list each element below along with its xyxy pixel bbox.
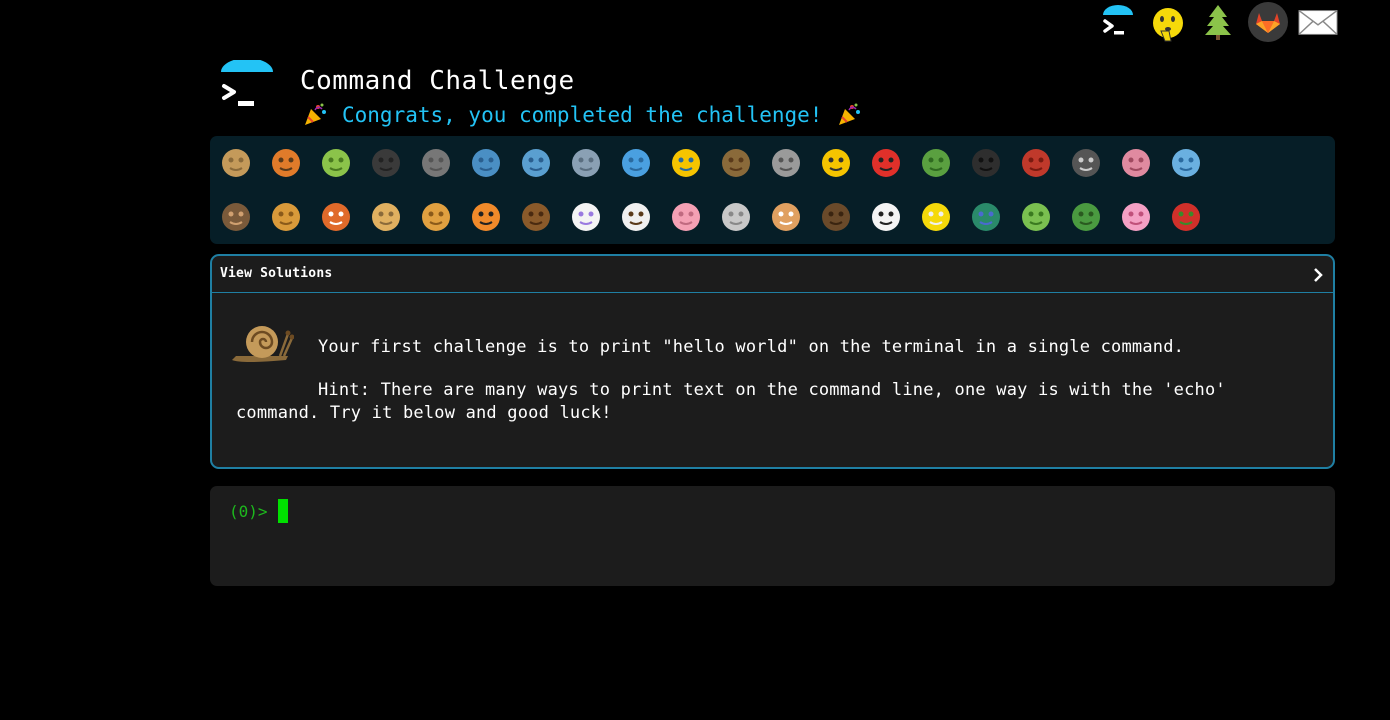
dragon-badge-icon[interactable] xyxy=(1063,193,1109,239)
congrats-text: Congrats, you completed the challenge! xyxy=(342,103,823,127)
panda-badge-icon[interactable] xyxy=(863,193,909,239)
congrats-message: Congrats, you completed the challenge! xyxy=(302,100,862,130)
dolphin-badge-icon[interactable] xyxy=(563,139,609,185)
terminal-cursor[interactable] xyxy=(278,499,288,523)
bee-badge-icon[interactable] xyxy=(813,139,859,185)
frog-badge-icon[interactable] xyxy=(1013,193,1059,239)
worm-badge-icon[interactable] xyxy=(1113,139,1159,185)
fox-badge-icon[interactable] xyxy=(313,193,359,239)
site-logo[interactable] xyxy=(220,58,274,116)
command-challenge-logo-icon[interactable] xyxy=(1098,2,1138,42)
peacock-badge-icon[interactable] xyxy=(963,193,1009,239)
tropical-fish-badge-icon[interactable] xyxy=(663,139,709,185)
fly-badge-icon[interactable] xyxy=(1063,139,1109,185)
butterfly-badge-icon[interactable] xyxy=(263,139,309,185)
pig-badge-icon[interactable] xyxy=(663,193,709,239)
cricket-badge-icon[interactable] xyxy=(913,139,959,185)
shushing-face-icon[interactable] xyxy=(1148,4,1188,44)
challenge-panel: View Solutions Your first challenge is t… xyxy=(210,254,1335,469)
challenge-text: Your first challenge is to print "hello … xyxy=(318,337,1185,357)
view-solutions-toggle[interactable]: View Solutions xyxy=(212,256,1333,293)
terminal[interactable]: (0)> xyxy=(210,486,1335,586)
chevron-right-icon[interactable] xyxy=(1311,266,1325,284)
rose-badge-icon[interactable] xyxy=(1163,193,1209,239)
whale-badge-icon[interactable] xyxy=(463,139,509,185)
mail-icon[interactable] xyxy=(1298,2,1338,42)
hedgehog-badge-icon[interactable] xyxy=(713,139,759,185)
party-popper-icon xyxy=(302,102,328,128)
top-icon-bar xyxy=(1090,0,1390,46)
page: Command Challenge Congrats, you complete… xyxy=(0,0,1390,720)
terminal-prompt: (0)> xyxy=(229,502,268,521)
hatching-chick-badge-icon[interactable] xyxy=(913,193,959,239)
shark-badge-icon[interactable] xyxy=(513,139,559,185)
tiger-badge-icon[interactable] xyxy=(463,193,509,239)
page-title: Command Challenge xyxy=(300,66,575,96)
dog-badge-icon[interactable] xyxy=(263,193,309,239)
fish-badge-icon[interactable] xyxy=(613,139,659,185)
tree-icon[interactable] xyxy=(1198,2,1238,42)
horse-badge-icon[interactable] xyxy=(513,193,559,239)
spider-web-badge-icon[interactable] xyxy=(413,139,459,185)
unicorn-badge-icon[interactable] xyxy=(563,193,609,239)
challenge-hint: Hint: There are many ways to print text … xyxy=(236,380,1226,423)
snail-badge-icon[interactable] xyxy=(213,139,259,185)
wolf-badge-icon[interactable] xyxy=(763,139,809,185)
mouse-badge-icon[interactable] xyxy=(713,193,759,239)
gitlab-icon[interactable] xyxy=(1248,2,1288,42)
microbe-badge-icon[interactable] xyxy=(1163,139,1209,185)
ladybug-badge-icon[interactable] xyxy=(863,139,909,185)
lion-badge-icon[interactable] xyxy=(413,193,459,239)
hamster-badge-icon[interactable] xyxy=(763,193,809,239)
cherry-blossom-badge-icon[interactable] xyxy=(1113,193,1159,239)
scorpion-badge-icon[interactable] xyxy=(1013,139,1059,185)
monkey-badge-icon[interactable] xyxy=(213,193,259,239)
challenge-description: Your first challenge is to print "hello … xyxy=(236,336,1316,425)
cat-badge-icon[interactable] xyxy=(363,193,409,239)
spider-badge-icon[interactable] xyxy=(963,139,1009,185)
caterpillar-badge-icon[interactable] xyxy=(313,139,359,185)
view-solutions-label: View Solutions xyxy=(220,266,333,281)
cow-badge-icon[interactable] xyxy=(613,193,659,239)
ant-badge-icon[interactable] xyxy=(363,139,409,185)
bear-badge-icon[interactable] xyxy=(813,193,859,239)
challenge-badges-panel xyxy=(210,136,1335,285)
party-popper-icon xyxy=(836,102,862,128)
